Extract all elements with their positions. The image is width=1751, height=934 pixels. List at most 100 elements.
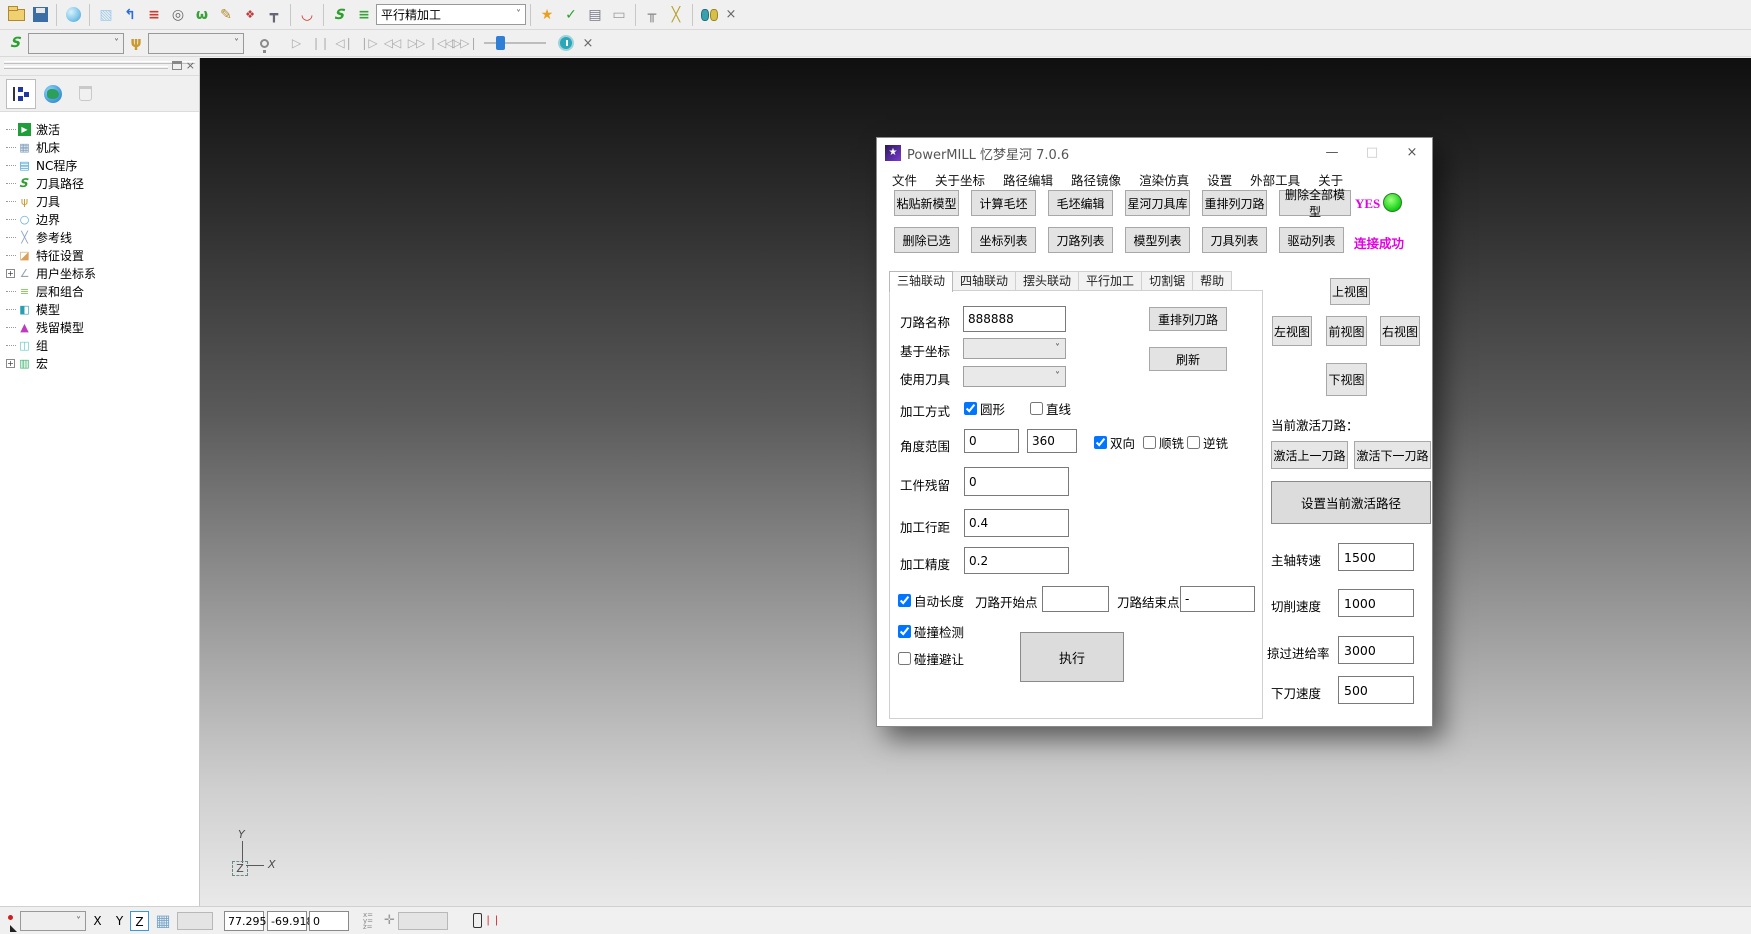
lamp-icon[interactable] (252, 32, 276, 54)
toolpath-name-input[interactable] (963, 306, 1066, 332)
float-panel-icon[interactable] (172, 61, 182, 70)
dialog-titlebar[interactable]: ★ PowerMILL 忆梦星河 7.0.6 — □ × (877, 138, 1432, 168)
sidebar-item-toolpath[interactable]: S刀具路径 (6, 174, 199, 192)
rewind-icon[interactable]: ◁◁ (380, 36, 404, 50)
play-icon[interactable]: ▷ (284, 36, 308, 50)
ruler-icon[interactable]: ▭ (607, 4, 631, 26)
transform-icon[interactable]: ╳ (664, 4, 688, 26)
sidebar-item-group[interactable]: ◫组 (6, 336, 199, 354)
toolbar-close-icon[interactable]: × (721, 7, 741, 22)
delete-selected-button[interactable]: 删除已选 (894, 227, 959, 253)
sidebar-item-workplane[interactable]: +∠用户坐标系 (6, 264, 199, 282)
drill-block-icon[interactable]: ┳ (262, 4, 286, 26)
sim-toolpath-combobox[interactable]: ˅ (28, 33, 124, 54)
step-back-icon[interactable]: ◁❘ (332, 36, 356, 50)
panel-close-icon[interactable]: × (186, 61, 195, 70)
model-list-button[interactable]: 模型列表 (1125, 227, 1190, 253)
sidebar-item-tool[interactable]: ψ刀具 (6, 192, 199, 210)
sidebar-item-machine[interactable]: ▦机床 (6, 138, 199, 156)
sidebar-item-activate[interactable]: ▶激活 (6, 120, 199, 138)
close-button[interactable]: × (1392, 138, 1432, 168)
tab-parallel[interactable]: 平行加工 (1078, 271, 1142, 291)
coord-combobox[interactable]: ˅ (963, 338, 1066, 359)
sidebar-item-levels[interactable]: ≡层和组合 (6, 282, 199, 300)
paste-new-model-button[interactable]: 粘贴新模型 (894, 190, 959, 216)
panel-grip[interactable]: × (0, 58, 199, 76)
menu-path-mirror[interactable]: 路径镜像 (1062, 170, 1130, 189)
toolbar-close-icon[interactable]: × (578, 36, 598, 51)
minimize-button[interactable]: — (1312, 138, 1352, 168)
axis-z-button[interactable]: Z (130, 911, 149, 931)
trash-icon[interactable] (70, 79, 100, 109)
skim-feed-input[interactable] (1338, 636, 1414, 664)
drive-list-button[interactable]: 驱动列表 (1279, 227, 1344, 253)
stock-edit-button[interactable]: 毛坯编辑 (1048, 190, 1113, 216)
set-active-path-button[interactable]: 设置当前激活路径 (1271, 481, 1431, 524)
curve-pencil-icon[interactable]: ✎ (214, 4, 238, 26)
grid-icon[interactable]: ▦ (153, 911, 173, 931)
points-icon[interactable]: ❖ (238, 4, 262, 26)
view-bottom-button[interactable]: 下视图 (1326, 363, 1367, 396)
auto-length-checkbox[interactable]: 自动长度 (898, 591, 964, 610)
step-forward-icon[interactable]: ❘▷ (356, 36, 380, 50)
activate-next-toolpath-button[interactable]: 激活下一刀路 (1354, 441, 1431, 469)
collision-check-checkbox[interactable]: 碰撞检测 (898, 622, 964, 641)
rearrange-toolpaths-button[interactable]: 重排列刀路 (1202, 190, 1267, 216)
spindle-speed-input[interactable] (1338, 543, 1414, 571)
tool-pair-icon[interactable]: ╥ (640, 4, 664, 26)
open-file-icon[interactable] (4, 4, 28, 26)
clock-icon[interactable] (554, 32, 578, 54)
sidebar-item-pattern[interactable]: ╳参考线 (6, 228, 199, 246)
delete-all-models-button[interactable]: 删除全部模型 (1279, 190, 1351, 216)
angle-to-input[interactable] (1027, 429, 1077, 453)
coordinate-x-field[interactable]: 77.2951 (224, 911, 264, 931)
maximize-button[interactable]: □ (1352, 138, 1392, 168)
sidebar-item-model[interactable]: ◧模型 (6, 300, 199, 318)
pause-icon[interactable]: ❘❘ (308, 36, 332, 50)
menu-render-sim[interactable]: 渲染仿真 (1130, 170, 1198, 189)
toolpath-arrow-icon[interactable]: ↰ (118, 4, 142, 26)
view-top-button[interactable]: 上视图 (1330, 278, 1370, 305)
start-point-input[interactable] (1042, 586, 1109, 612)
save-icon[interactable] (28, 4, 52, 26)
tab-3axis[interactable]: 三轴联动 (889, 271, 953, 292)
stepover-input[interactable] (964, 509, 1069, 537)
conventional-checkbox[interactable]: 逆铣 (1187, 433, 1228, 452)
tab-saw[interactable]: 切割锯 (1141, 271, 1193, 291)
tab-help[interactable]: 帮助 (1192, 271, 1232, 291)
undercut-icon[interactable]: ω (190, 4, 214, 26)
tool-library-button[interactable]: 星河刀具库 (1125, 190, 1190, 216)
view-front-button[interactable]: 前视图 (1326, 316, 1367, 346)
go-start-icon[interactable]: ❘◁◁ (428, 36, 452, 50)
sidebar-item-boundary[interactable]: ○边界 (6, 210, 199, 228)
sim-tool-combobox[interactable]: ˅ (148, 33, 244, 54)
tool-arc-icon[interactable]: ◡ (295, 4, 319, 26)
angle-from-input[interactable] (964, 429, 1019, 453)
climb-checkbox[interactable]: 顺铣 (1143, 433, 1184, 452)
collision-avoid-checkbox[interactable]: 碰撞避让 (898, 649, 964, 668)
sidebar-item-nc-program[interactable]: ▤NC程序 (6, 156, 199, 174)
calculator-icon[interactable]: ▤ (583, 4, 607, 26)
sidebar-item-stock-model[interactable]: ▲残留模型 (6, 318, 199, 336)
tab-swivel-head[interactable]: 摆头联动 (1015, 271, 1079, 291)
sidebar-item-feature-set[interactable]: ◪特征设置 (6, 246, 199, 264)
axis-x-button[interactable]: X (88, 911, 107, 931)
block-icon[interactable]: ▧ (94, 4, 118, 26)
mode-line-checkbox[interactable]: 直线 (1030, 399, 1071, 418)
stock-lines-icon[interactable]: ≡ (142, 4, 166, 26)
world-icon[interactable] (38, 79, 68, 109)
sidebar-item-macro[interactable]: +▥宏 (6, 354, 199, 372)
go-end-icon[interactable]: ▷▷❘ (452, 36, 476, 50)
expand-icon[interactable]: + (6, 359, 15, 368)
stock-input[interactable] (964, 467, 1069, 496)
fast-forward-icon[interactable]: ▷▷ (404, 36, 428, 50)
mode-circle-checkbox[interactable]: 圆形 (964, 399, 1005, 418)
end-point-input[interactable] (1180, 586, 1255, 612)
tool-combobox[interactable]: ˅ (963, 366, 1066, 387)
explorer-tree-icon[interactable] (6, 79, 36, 109)
speed-slider[interactable] (484, 34, 546, 52)
tolerance-input[interactable] (964, 547, 1069, 574)
cutting-speed-input[interactable] (1338, 589, 1414, 617)
ball-tool-icon[interactable]: ◎ (166, 4, 190, 26)
axis-y-button[interactable]: Y (110, 911, 129, 931)
